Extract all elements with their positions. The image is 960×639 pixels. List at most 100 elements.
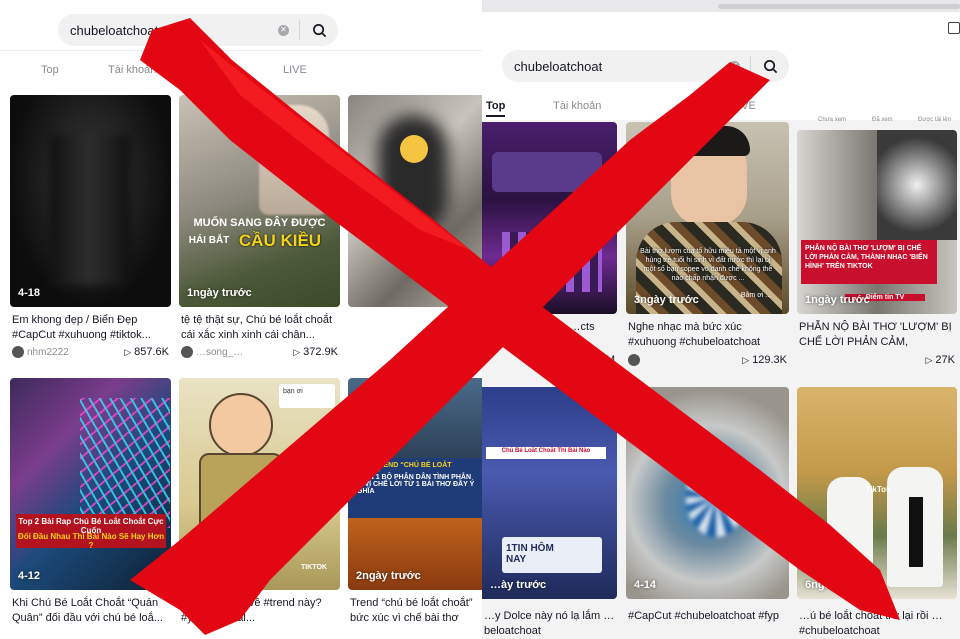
- overlay-caption: Bâm ơi ...: [740, 292, 772, 299]
- video-card[interactable]: Top 2 Bài Rap Chú Bé Loắt Choắt Cực Cuốn…: [10, 378, 171, 639]
- video-description: PHẪN NỘ BÀI THƠ 'LƯỢM' BỊ CHẾ LỜI PHẢN C…: [799, 321, 952, 348]
- window-icon[interactable]: [948, 22, 960, 34]
- author-name[interactable]: nhm2222: [27, 347, 69, 358]
- video-description: Nghe nhạc mà bức xúc #xuhuong #chubeloat…: [628, 321, 761, 348]
- search-bar[interactable]: chubeloatchoat ✕: [502, 50, 789, 82]
- overlay-caption: TIKTOK: [301, 564, 327, 571]
- overlay-caption: 1TIN HÔM NAY: [506, 543, 554, 565]
- date-badge: 1: [187, 570, 194, 582]
- video-thumbnail[interactable]: 4-18: [10, 95, 171, 307]
- video-card[interactable]: MUỐN SANG ĐÂY ĐƯỢC HÁI BẮT CẦU KIỀU 1ngà…: [179, 95, 340, 363]
- video-description: …ú bé loắt choắt trở lại rồi …#chubeloat…: [799, 610, 943, 637]
- play-icon: ▷: [742, 354, 750, 365]
- date-badge: 1ngày trước: [805, 294, 870, 306]
- clear-icon[interactable]: ✕: [729, 60, 740, 72]
- left-screenshot-panel: chubeloatchoat ✕ Top Tài khoản Video LIV…: [0, 0, 482, 639]
- video-thumbnail[interactable]: TikTok cần 6ngày trước: [797, 387, 957, 599]
- author[interactable]: nhm2222: [12, 346, 69, 358]
- avatar: [628, 354, 640, 366]
- video-card[interactable]: …uốn líu lưỡi 😂 …cts ▷ 1.6M: [482, 122, 617, 374]
- browser-toolbar: [482, 12, 960, 42]
- video-thumbnail[interactable]: Bài thơ lượm của tố hữu miêu tả một vị a…: [626, 122, 789, 314]
- video-thumbnail[interactable]: Top 2 Bài Rap Chú Bé Loắt Choắt Cực Cuốn…: [10, 378, 171, 590]
- video-description: #CapCut #chubeloatchoat #fyp: [628, 610, 780, 622]
- filter-chip[interactable]: Được tải lên: [918, 117, 951, 123]
- author-name[interactable]: …song_…: [196, 347, 243, 358]
- tab-live[interactable]: LIVE: [283, 64, 307, 76]
- video-meta: nhm2222 ▷ 857.6K: [12, 346, 169, 360]
- video-card[interactable]: NHẠC TREND “CHÚ BÉ LOẮT CHOẮT” KHIẾN 1 B…: [348, 378, 482, 639]
- video-card[interactable]: PHẪN NỘ BÀI THƠ 'LƯỢM' BỊ CHẾ LỜI PHẢN C…: [797, 130, 957, 374]
- video-card[interactable]: 4-14 #CapCut #chubeloatchoat #fyp: [626, 387, 789, 639]
- author[interactable]: [628, 354, 640, 366]
- avatar: [12, 346, 24, 358]
- author[interactable]: …song_…: [181, 346, 243, 358]
- search-bar[interactable]: chubeloatchoat ✕: [58, 14, 338, 46]
- caption-box: Top 2 Bài Rap Chú Bé Loắt Choắt Cực Cuốn…: [16, 514, 166, 550]
- video-meta: …song_… ▷ 372.9K: [181, 346, 338, 360]
- search-input[interactable]: chubeloatchoat: [502, 59, 729, 74]
- date-badge: 4-18: [18, 287, 41, 299]
- tab-top[interactable]: Top: [41, 64, 59, 76]
- tab-bar: Top Tài khoản Video LIVE: [0, 64, 482, 81]
- clear-icon[interactable]: ✕: [278, 24, 289, 36]
- video-card[interactable]: Chú Bé Loắt Choắt Thì Bài Nào 1TIN HÔM N…: [482, 387, 617, 639]
- right-screenshot-panel: chubeloatchoat ✕ Top Tài khoản LIVE Chưa…: [482, 0, 960, 639]
- play-icon: ▷: [124, 346, 132, 357]
- view-count: 372.9K: [303, 346, 338, 358]
- video-thumbnail[interactable]: [348, 95, 482, 307]
- avatar: [181, 346, 193, 358]
- video-meta: ▷ 129.3K: [628, 354, 787, 368]
- caption-box: NHẠC TREND “CHÚ BÉ LOẮT CHOẮT” KHIẾN 1 B…: [348, 458, 482, 518]
- address-bar-fragment: [718, 4, 960, 9]
- search-icon[interactable]: [300, 14, 338, 46]
- date-badge: 3ngày trước: [634, 294, 699, 306]
- search-icon[interactable]: [751, 50, 789, 82]
- video-thumbnail[interactable]: 4-14: [626, 387, 789, 599]
- tab-accounts[interactable]: Tài khoản: [553, 100, 601, 112]
- view-count: 27K: [935, 354, 955, 366]
- video-thumbnail[interactable]: Chú Bé Loắt Choắt Thì Bài Nào 1TIN HÔM N…: [482, 387, 617, 599]
- views: ▷ 372.9K: [293, 346, 338, 358]
- date-badge: 2ngày trước: [356, 570, 421, 582]
- video-description: Khi Chú Bé Loắt Choắt “Quán Quân” đối đầ…: [12, 597, 163, 624]
- video-thumbnail[interactable]: NHẠC TREND “CHÚ BÉ LOẮT CHOẮT” KHIẾN 1 B…: [348, 378, 482, 590]
- date-badge: …ày trước: [490, 579, 547, 591]
- views: ▷ 129.3K: [742, 354, 787, 366]
- tab-accounts[interactable]: Tài khoản: [108, 64, 156, 76]
- date-badge: 1ngày trước: [187, 287, 252, 299]
- tab-live[interactable]: LIVE: [732, 100, 756, 112]
- video-description: …y Dolce này nó lạ lắm …beloatchoat: [484, 610, 615, 637]
- overlay-caption: HÁI BẮT: [188, 235, 230, 246]
- tab-top[interactable]: Top: [486, 100, 506, 117]
- date-badge: 6ngày trước: [805, 579, 870, 591]
- tab-video[interactable]: Video: [199, 64, 229, 81]
- filter-chip[interactable]: Chưa xem: [818, 117, 846, 123]
- video-thumbnail[interactable]: PHẪN NỘ BÀI THƠ 'LƯỢM' BỊ CHẾ LỜI PHẢN C…: [797, 130, 957, 314]
- views: ▷ 1.6M: [581, 354, 615, 366]
- video-meta: ▷ 1.6M: [484, 354, 615, 368]
- overlay-caption: Chú Bé Loắt Choắt Thì Bài Nào: [501, 448, 591, 454]
- video-thumbnail[interactable]: [482, 122, 617, 314]
- views: ▷ 857.6K: [124, 346, 169, 358]
- video-thumbnail[interactable]: bạn ơi TIKTOK 1: [179, 378, 340, 590]
- video-card[interactable]: Bài thơ lượm của tố hữu miêu tả một vị a…: [626, 122, 789, 374]
- video-description: Trend “chú bé loắt choắt” bức xúc vì chế…: [350, 597, 473, 624]
- search-input[interactable]: chubeloatchoat: [58, 23, 278, 38]
- date-badge: 4-12: [18, 570, 41, 582]
- video-description: …uốn líu lưỡi 😂 …cts: [484, 321, 595, 333]
- filter-chip-row: Chưa xem Đã xem Được tải lên: [798, 114, 960, 128]
- views: ▷ 27K: [926, 354, 956, 366]
- video-card[interactable]: TikTok cần 6ngày trước …ú bé loắt choắt …: [797, 387, 957, 639]
- video-card[interactable]: 4-18 Em khong đẹp / Biển Đẹp #CapCut #xu…: [10, 95, 171, 363]
- overlay-caption: CẦU KIỀU: [238, 231, 322, 250]
- video-card[interactable]: [348, 95, 482, 363]
- overlay-caption: KHIẾN 1 BỘ PHẬN DÂN TÌNH PHẪN NỘ VÌ CHẾ …: [352, 474, 475, 495]
- video-description: tệ tệ thật sự, Chú bé loắt choắt cái xắc…: [181, 314, 333, 341]
- overlay-caption: bạn ơi: [283, 388, 303, 395]
- play-icon: ▷: [580, 354, 588, 365]
- video-card[interactable]: bạn ơi TIKTOK 1 Bạn nghĩ sao về #trend n…: [179, 378, 340, 639]
- filter-chip[interactable]: Đã xem: [872, 117, 893, 123]
- video-thumbnail[interactable]: MUỐN SANG ĐÂY ĐƯỢC HÁI BẮT CẦU KIỀU 1ngà…: [179, 95, 340, 307]
- top-divider: [0, 50, 482, 51]
